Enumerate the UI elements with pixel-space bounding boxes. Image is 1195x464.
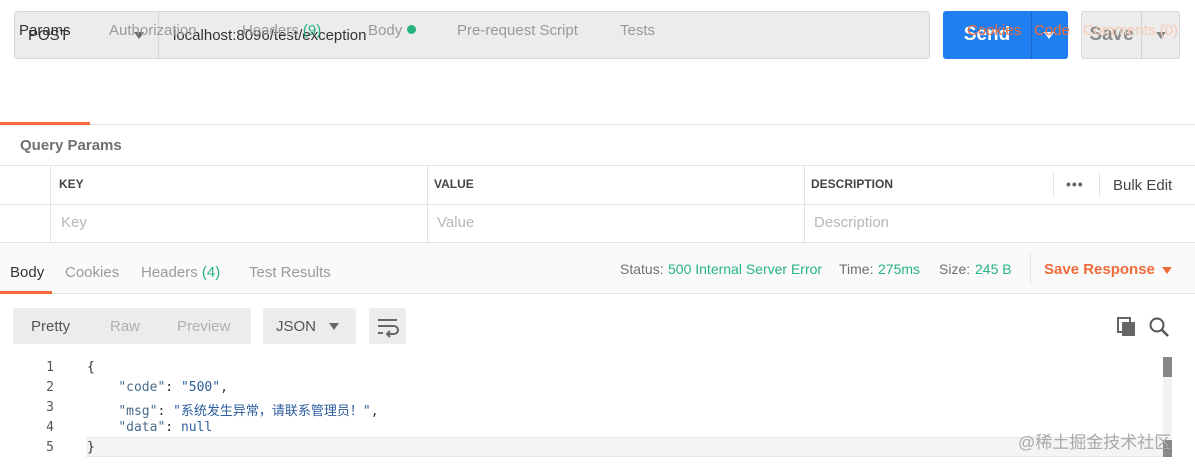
divider <box>0 204 1195 205</box>
bulk-edit-link[interactable]: Bulk Edit <box>1113 177 1172 194</box>
json-value: "500" <box>180 380 221 395</box>
response-tab-headers-label: Headers <box>141 264 198 281</box>
tab-tests[interactable]: Tests <box>620 22 655 39</box>
line-number: 4 <box>46 420 54 435</box>
cookies-link[interactable]: Cookies <box>967 22 1021 39</box>
column-header-value: VALUE <box>434 177 474 191</box>
chevron-down-icon[interactable] <box>1162 267 1172 274</box>
code-line: "data": null <box>118 420 213 435</box>
active-tab-indicator <box>0 291 52 294</box>
raw-button[interactable]: Raw <box>110 318 140 335</box>
response-tab-body[interactable]: Body <box>10 264 44 281</box>
wrap-lines-button[interactable] <box>369 308 406 344</box>
tab-headers-count: (9) <box>302 22 322 39</box>
description-input[interactable]: Description <box>814 214 889 231</box>
save-response-button[interactable]: Save Response <box>1044 261 1155 278</box>
scrollbar-thumb[interactable] <box>1163 357 1172 377</box>
status-label: Status: <box>620 261 664 277</box>
active-tab-indicator <box>0 122 90 125</box>
line-number: 2 <box>46 380 54 395</box>
column-divider <box>427 165 428 243</box>
code-line: "code": "500", <box>118 380 228 395</box>
column-divider <box>1099 172 1100 198</box>
response-headers-count: (4) <box>201 264 221 281</box>
copy-icon[interactable] <box>1116 316 1138 338</box>
format-label: JSON <box>276 318 317 335</box>
current-line-highlight <box>86 437 1166 457</box>
column-divider <box>804 165 805 243</box>
column-divider <box>1053 172 1054 198</box>
code-line-open-brace: { <box>87 360 95 375</box>
code-link[interactable]: Code <box>1034 22 1070 39</box>
tab-body-label: Body <box>368 22 403 39</box>
json-value: "系统发生异常，请联系管理员！" <box>173 404 371 419</box>
pretty-button[interactable]: Pretty <box>31 318 70 335</box>
column-divider <box>50 165 51 243</box>
comments-link[interactable]: Comments (0) <box>1083 22 1178 39</box>
time-label: Time: <box>839 261 874 277</box>
column-header-key: KEY <box>59 177 84 191</box>
response-tab-headers[interactable]: Headers (4) <box>141 264 220 281</box>
tab-authorization[interactable]: Authorization <box>109 22 197 39</box>
json-value: null <box>180 420 213 435</box>
tab-body[interactable]: Body <box>368 22 417 39</box>
code-line: "msg": "系统发生异常，请联系管理员！", <box>118 404 379 419</box>
line-number: 1 <box>46 360 54 375</box>
chevron-down-icon <box>329 323 339 330</box>
tab-headers-label: Headers <box>242 22 299 39</box>
value-input[interactable]: Value <box>437 214 474 231</box>
tab-prerequest-script[interactable]: Pre-request Script <box>457 22 578 39</box>
status-value: 500 Internal Server Error <box>668 261 823 277</box>
query-params-title: Query Params <box>20 137 122 154</box>
divider <box>0 165 1195 166</box>
key-input[interactable]: Key <box>61 214 87 231</box>
response-tab-cookies[interactable]: Cookies <box>65 264 119 281</box>
line-number: 3 <box>46 400 54 415</box>
time-value: 275ms <box>878 261 921 277</box>
size-label: Size: <box>939 261 971 277</box>
request-tabs <box>0 72 1195 125</box>
line-number: 5 <box>46 440 54 455</box>
tab-headers[interactable]: Headers (9) <box>242 22 321 39</box>
divider <box>1030 254 1031 284</box>
code-line-close-brace: } <box>87 440 95 455</box>
json-key: "data" <box>118 420 166 435</box>
response-tab-test-results[interactable]: Test Results <box>249 264 331 281</box>
wrap-lines-icon <box>378 319 399 338</box>
size-value: 245 B <box>975 261 1012 277</box>
json-key: "msg" <box>118 404 158 419</box>
format-select[interactable]: JSON <box>263 308 356 344</box>
watermark: @稀土掘金技术社区 <box>1018 433 1172 452</box>
preview-button[interactable]: Preview <box>177 318 230 335</box>
column-header-description: DESCRIPTION <box>811 177 894 191</box>
tab-params[interactable]: Params <box>19 22 71 39</box>
search-icon[interactable] <box>1148 316 1170 338</box>
json-key: "code" <box>118 380 166 395</box>
more-options-icon[interactable]: ••• <box>1066 176 1084 192</box>
body-indicator-dot <box>407 25 417 34</box>
